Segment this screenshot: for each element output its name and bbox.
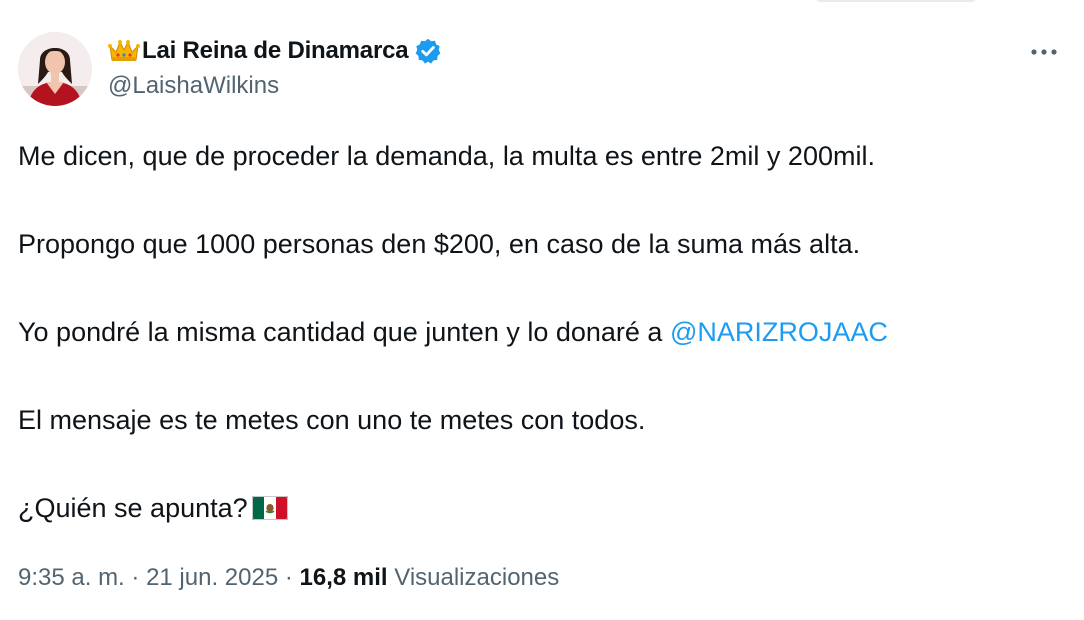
- tweet-paragraph-3: Yo pondré la misma cantidad que junten y…: [18, 314, 1068, 350]
- more-options-icon: [1031, 49, 1057, 55]
- views-label[interactable]: Visualizaciones: [388, 564, 559, 591]
- tweet-metadata: 9:35 a. m. · 21 jun. 2025 · 16,8 mil Vis…: [18, 564, 559, 592]
- meta-separator-1: ·: [124, 564, 147, 591]
- crown-icon: [108, 38, 140, 64]
- top-edge-tab: [816, 0, 976, 2]
- avatar[interactable]: [18, 32, 92, 106]
- more-options-button[interactable]: [1024, 36, 1064, 68]
- mexico-flag-icon: [251, 494, 288, 522]
- tweet-header: Lai Reina de Dinamarca @LaishaWilkins: [18, 30, 1066, 110]
- tweet-paragraph-2: Propongo que 1000 personas den $200, en …: [18, 229, 861, 259]
- name-row: Lai Reina de Dinamarca: [108, 34, 442, 68]
- display-name[interactable]: Lai Reina de Dinamarca: [142, 37, 409, 65]
- user-handle[interactable]: @LaishaWilkins: [108, 72, 442, 100]
- mention-link[interactable]: @NARIZROJAAC: [670, 317, 888, 347]
- tweet-paragraph-1: Me dicen, que de proceder la demanda, la…: [18, 141, 875, 171]
- tweet-paragraph-4: El mensaje es te metes con uno te metes …: [18, 405, 646, 435]
- tweet-paragraph-5-text: ¿Quién se apunta?: [18, 493, 248, 523]
- tweet-paragraph-5: ¿Quién se apunta?: [18, 490, 1068, 526]
- tweet-time[interactable]: 9:35 a. m.: [18, 564, 125, 591]
- verified-badge-icon[interactable]: [414, 37, 442, 65]
- tweet-card: Lai Reina de Dinamarca @LaishaWilkins Me…: [0, 0, 1084, 620]
- views-count[interactable]: 16,8 mil: [300, 564, 388, 591]
- meta-separator-2: ·: [278, 564, 300, 591]
- tweet-paragraph-3-text: Yo pondré la misma cantidad que junten y…: [18, 317, 670, 347]
- tweet-date[interactable]: 21 jun. 2025: [146, 564, 278, 591]
- name-block: Lai Reina de Dinamarca @LaishaWilkins: [108, 34, 442, 100]
- tweet-text: Me dicen, que de proceder la demanda, la…: [18, 138, 1068, 578]
